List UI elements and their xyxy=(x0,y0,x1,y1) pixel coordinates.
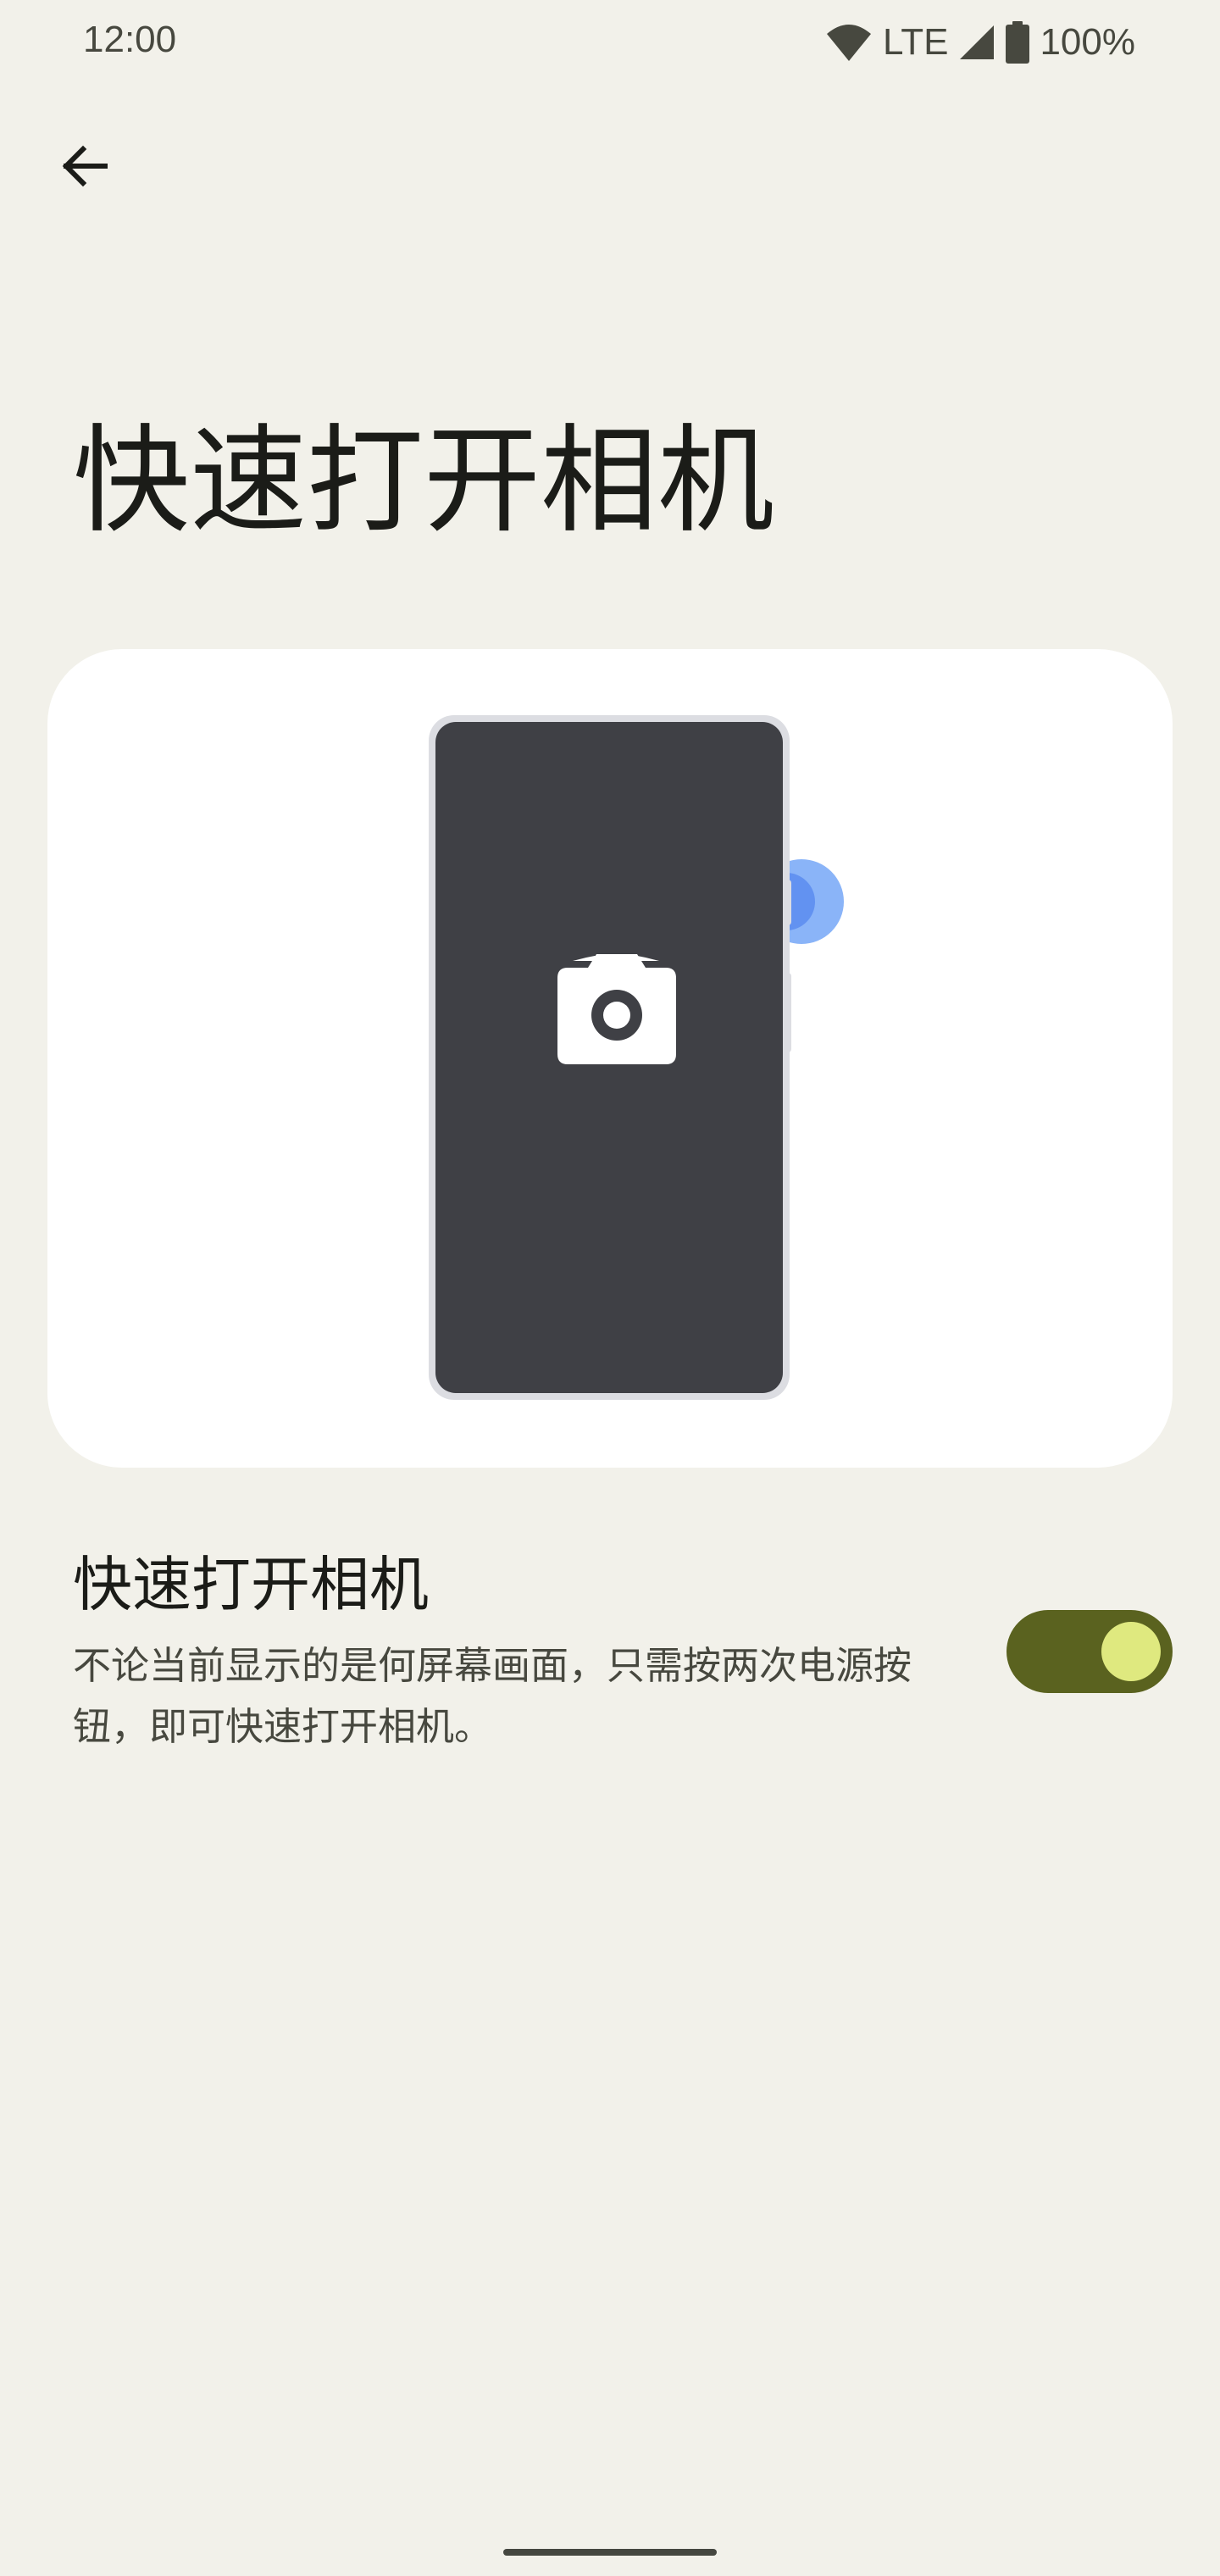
page-title: 快速打开相机 xyxy=(73,413,775,549)
phone-illustration xyxy=(429,715,844,1400)
status-time: 12:00 xyxy=(83,19,177,60)
gesture-nav-handle[interactable] xyxy=(503,2549,717,2556)
battery-icon xyxy=(1006,21,1030,64)
setting-title: 快速打开相机 xyxy=(73,1550,429,1619)
toggle-thumb xyxy=(1101,1622,1161,1681)
status-icons: LTE 100% xyxy=(825,19,1135,66)
back-button[interactable] xyxy=(44,127,125,208)
setting-summary: 不论当前显示的是何屏幕画面，只需按两次电源按钮，即可快速打开相机。 xyxy=(73,1643,912,1749)
wifi-icon xyxy=(825,22,873,63)
camera-icon xyxy=(557,954,676,1064)
network-type: LTE xyxy=(883,21,949,63)
illustration-card xyxy=(47,649,1173,1468)
quick-camera-toggle[interactable] xyxy=(1006,1610,1173,1693)
arrow-back-icon xyxy=(58,139,112,197)
status-bar: 12:00 LTE 100% xyxy=(0,0,1220,85)
cell-signal-icon xyxy=(958,24,995,61)
battery-percent: 100% xyxy=(1040,21,1135,63)
quick-camera-setting-row[interactable]: 快速打开相机 不论当前显示的是何屏幕画面，只需按两次电源按钮，即可快速打开相机。 xyxy=(0,1534,1220,1779)
